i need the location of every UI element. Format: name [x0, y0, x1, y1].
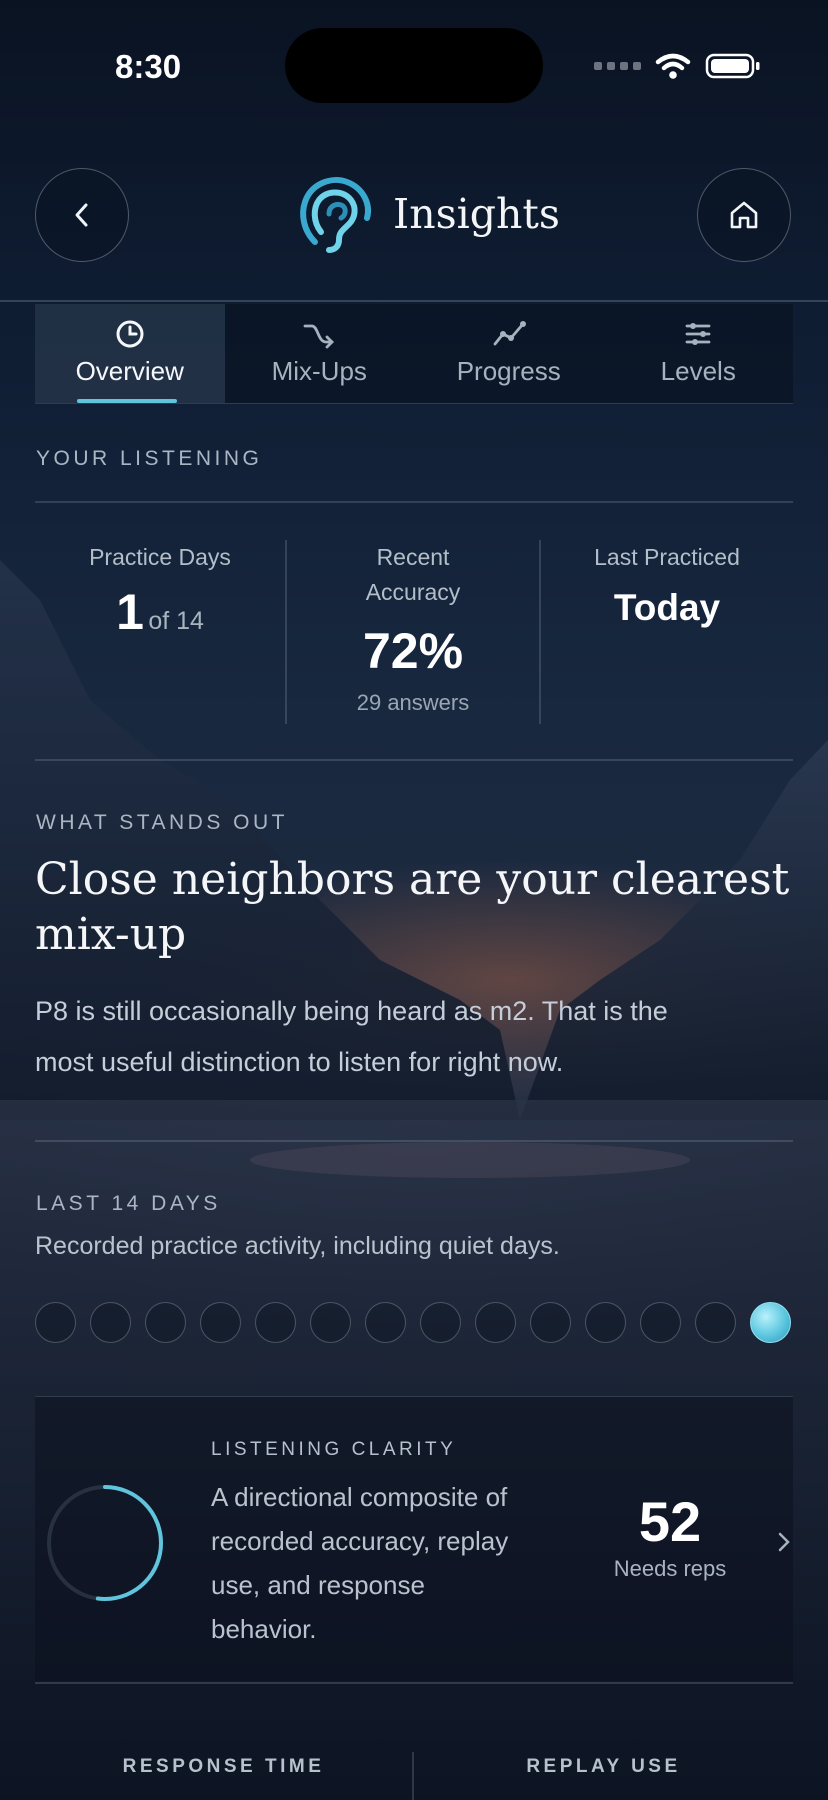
house-icon [730, 201, 758, 229]
ear-icon [300, 177, 371, 253]
back-button[interactable] [35, 168, 129, 262]
day-dot [475, 1302, 516, 1343]
practice-days-label: Practice Days [89, 544, 231, 570]
clock-pie-icon [116, 320, 144, 348]
accuracy-label-line2: Accuracy [365, 579, 461, 605]
day-dot [310, 1302, 351, 1343]
status-time: 8:30 [115, 48, 182, 85]
practice-days-stat: Practice Days 1 of 14 [35, 540, 285, 641]
clarity-description: A directional composite of recorded accu… [211, 1475, 508, 1651]
clarity-score: 52 [638, 1490, 702, 1553]
tab-label: Overview [75, 356, 184, 386]
clarity-heading: LISTENING CLARITY [211, 1439, 457, 1460]
tab-label: Mix-Ups [271, 356, 367, 386]
tab-progress[interactable]: Progress [414, 304, 604, 403]
body-line: most useful distinction to listen for ri… [35, 1047, 564, 1077]
what-stands-out-heading: WHAT STANDS OUT [36, 811, 288, 834]
headline-line: Close neighbors are your clearest [35, 854, 790, 905]
day-dot [200, 1302, 241, 1343]
battery-icon [705, 53, 760, 79]
last-practiced-stat: Last Practiced Today [541, 540, 793, 629]
last-practiced-value: Today [613, 587, 721, 628]
tab-label: Progress [456, 356, 561, 386]
day-dot-active [750, 1302, 791, 1343]
day-dot [145, 1302, 186, 1343]
tab-mix-ups[interactable]: Mix-Ups [225, 304, 415, 403]
section-divider [35, 501, 793, 503]
day-dot [530, 1302, 571, 1343]
headline-line: mix-up [35, 909, 187, 960]
active-tab-indicator [77, 399, 177, 403]
day-dot [695, 1302, 736, 1343]
tab-bar: Overview Mix-Ups Progress Levels [35, 304, 793, 404]
clarity-desc-line: behavior. [211, 1614, 317, 1644]
insight-headline: Close neighbors are your clearest mix-up [35, 852, 795, 962]
signal-dots-icon [594, 62, 641, 70]
listening-clarity-card[interactable]: LISTENING CLARITY A directional composit… [35, 1396, 793, 1681]
last-14-days-caption: Recorded practice activity, including qu… [35, 1232, 560, 1260]
day-dot [365, 1302, 406, 1343]
last-14-days-heading: LAST 14 DAYS [36, 1192, 221, 1215]
chevron-right-icon [778, 1532, 790, 1552]
day-activity-dots [35, 1302, 791, 1343]
home-button[interactable] [697, 168, 791, 262]
insight-body: P8 is still occasionally being heard as … [35, 986, 805, 1088]
clarity-status: Needs reps [613, 1556, 727, 1581]
section-divider [35, 1140, 793, 1142]
day-dot [255, 1302, 296, 1343]
accuracy-label-line1: Recent [376, 544, 450, 570]
day-dot [90, 1302, 131, 1343]
page-title: Insights [393, 190, 560, 238]
tab-label: Levels [660, 356, 736, 386]
clarity-desc-line: use, and response [211, 1570, 425, 1600]
tab-levels[interactable]: Levels [604, 304, 794, 403]
accuracy-stat: Recent Accuracy 72% 29 answers [287, 540, 539, 716]
list-sliders-icon [685, 323, 711, 345]
status-icons [594, 52, 761, 80]
chevron-left-icon [75, 203, 88, 227]
header-title-group: Insights [293, 172, 560, 256]
clarity-desc-line: recorded accuracy, replay [211, 1526, 509, 1556]
clarity-ring [47, 1485, 163, 1601]
header-divider [0, 300, 828, 302]
section-divider [35, 759, 793, 761]
last-practiced-label: Last Practiced [594, 544, 740, 570]
shuffle-icon [303, 324, 335, 349]
replay-use-label: REPLAY USE [526, 1756, 681, 1777]
practice-days-suffix: of 14 [148, 607, 204, 635]
wifi-icon [655, 53, 691, 79]
practice-days-value: 1 [116, 584, 144, 640]
day-dot [420, 1302, 461, 1343]
clarity-desc-line: A directional composite of [211, 1482, 508, 1512]
trend-line-icon [493, 321, 526, 346]
accuracy-answers: 29 answers [356, 690, 470, 715]
section-divider [35, 1682, 793, 1684]
day-dot [35, 1302, 76, 1343]
day-dot [640, 1302, 681, 1343]
response-time-label: RESPONSE TIME [122, 1756, 325, 1777]
your-listening-heading: YOUR LISTENING [36, 447, 263, 470]
day-dot [585, 1302, 626, 1343]
dynamic-island [285, 28, 543, 103]
body-line: P8 is still occasionally being heard as … [35, 996, 668, 1026]
clarity-score-block: 52 Needs reps [595, 1489, 745, 1582]
accuracy-value: 72% [362, 623, 464, 679]
tab-overview[interactable]: Overview [35, 304, 225, 403]
